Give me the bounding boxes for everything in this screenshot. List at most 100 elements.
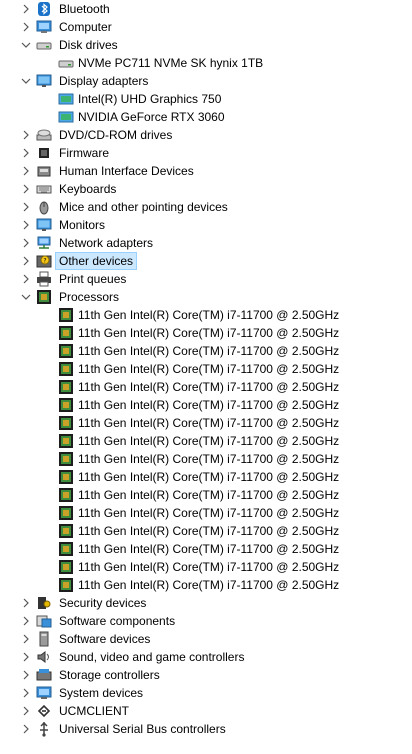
tree-category-row[interactable]: Bluetooth (0, 0, 412, 18)
chevron-right-icon[interactable] (20, 219, 32, 231)
tree-item-label: Security devices (59, 596, 147, 610)
monitor-icon (36, 217, 52, 233)
tree-item-label: Sound, video and game controllers (59, 650, 245, 664)
disk-drive-icon (58, 55, 74, 71)
processor-icon (58, 415, 74, 431)
tree-category-row[interactable]: System devices (0, 684, 412, 702)
tree-category-row[interactable]: Software components (0, 612, 412, 630)
tree-category-row[interactable]: Network adapters (0, 234, 412, 252)
tree-item-label: Keyboards (59, 182, 117, 196)
chevron-down-icon[interactable] (20, 39, 32, 51)
tree-category-row[interactable]: Print queues (0, 270, 412, 288)
tree-category-row[interactable]: DVD/CD-ROM drives (0, 126, 412, 144)
tree-item-label: Monitors (59, 218, 106, 232)
tree-item-label: Computer (59, 20, 112, 34)
tree-device-row[interactable]: 11th Gen Intel(R) Core(TM) i7-11700 @ 2.… (0, 558, 412, 576)
tree-category-row[interactable]: Processors (0, 288, 412, 306)
tree-device-row[interactable]: 11th Gen Intel(R) Core(TM) i7-11700 @ 2.… (0, 540, 412, 558)
chevron-right-icon[interactable] (20, 615, 32, 627)
chevron-right-icon[interactable] (20, 3, 32, 15)
tree-item-label: 11th Gen Intel(R) Core(TM) i7-11700 @ 2.… (78, 578, 340, 592)
chevron-right-icon[interactable] (20, 669, 32, 681)
tree-category-row[interactable]: UCMCLIENT (0, 702, 412, 720)
tree-item-label: 11th Gen Intel(R) Core(TM) i7-11700 @ 2.… (78, 398, 340, 412)
tree-item-label: Firmware (59, 146, 109, 160)
chevron-right-icon[interactable] (20, 237, 32, 249)
tree-device-row[interactable]: NVIDIA GeForce RTX 3060 (0, 108, 412, 126)
tree-item-label: Bluetooth (59, 2, 110, 16)
chevron-right-icon[interactable] (20, 651, 32, 663)
chevron-right-icon[interactable] (20, 201, 32, 213)
tree-category-row[interactable]: Storage controllers (0, 666, 412, 684)
tree-category-row[interactable]: Software devices (0, 630, 412, 648)
tree-item-label: NVIDIA GeForce RTX 3060 (78, 110, 225, 124)
tree-device-row[interactable]: 11th Gen Intel(R) Core(TM) i7-11700 @ 2.… (0, 432, 412, 450)
network-icon (36, 235, 52, 251)
processor-icon (58, 451, 74, 467)
chevron-right-icon[interactable] (20, 705, 32, 717)
chevron-right-icon[interactable] (20, 633, 32, 645)
tree-item-label: 11th Gen Intel(R) Core(TM) i7-11700 @ 2.… (78, 452, 340, 466)
tree-device-row[interactable]: 11th Gen Intel(R) Core(TM) i7-11700 @ 2.… (0, 468, 412, 486)
tree-item-label: Processors (59, 290, 120, 304)
tree-item-label: Disk drives (59, 38, 118, 52)
processor-icon (58, 577, 74, 593)
chevron-right-icon[interactable] (20, 21, 32, 33)
tree-item-label: Print queues (59, 272, 127, 286)
tree-device-row[interactable]: 11th Gen Intel(R) Core(TM) i7-11700 @ 2.… (0, 360, 412, 378)
tree-category-row[interactable]: Human Interface Devices (0, 162, 412, 180)
chevron-right-icon[interactable] (20, 147, 32, 159)
tree-device-row[interactable]: 11th Gen Intel(R) Core(TM) i7-11700 @ 2.… (0, 522, 412, 540)
processor-icon (58, 505, 74, 521)
chevron-right-icon[interactable] (20, 255, 32, 267)
tree-category-row[interactable]: ? Other devices (0, 252, 412, 270)
tree-device-row[interactable]: 11th Gen Intel(R) Core(TM) i7-11700 @ 2.… (0, 450, 412, 468)
tree-category-row[interactable]: Monitors (0, 216, 412, 234)
chevron-down-icon[interactable] (20, 75, 32, 87)
tree-item-label: 11th Gen Intel(R) Core(TM) i7-11700 @ 2.… (78, 434, 340, 448)
processor-icon (58, 559, 74, 575)
tree-item-label: Storage controllers (59, 668, 160, 682)
tree-device-row[interactable]: NVMe PC711 NVMe SK hynix 1TB (0, 54, 412, 72)
chevron-right-icon[interactable] (20, 183, 32, 195)
tree-device-row[interactable]: 11th Gen Intel(R) Core(TM) i7-11700 @ 2.… (0, 306, 412, 324)
chevron-right-icon[interactable] (20, 687, 32, 699)
chevron-right-icon[interactable] (20, 129, 32, 141)
tree-item-label: Software components (59, 614, 176, 628)
chevron-right-icon[interactable] (20, 597, 32, 609)
chip-icon (36, 145, 52, 161)
tree-category-row[interactable]: Computer (0, 18, 412, 36)
tree-device-row[interactable]: 11th Gen Intel(R) Core(TM) i7-11700 @ 2.… (0, 342, 412, 360)
ucm-client-icon (36, 703, 52, 719)
tree-category-row[interactable]: Sound, video and game controllers (0, 648, 412, 666)
monitor-icon (36, 73, 52, 89)
tree-category-row[interactable]: Mice and other pointing devices (0, 198, 412, 216)
tree-device-row[interactable]: 11th Gen Intel(R) Core(TM) i7-11700 @ 2.… (0, 396, 412, 414)
chevron-right-icon[interactable] (20, 165, 32, 177)
tree-device-row[interactable]: 11th Gen Intel(R) Core(TM) i7-11700 @ 2.… (0, 414, 412, 432)
tree-category-row[interactable]: Universal Serial Bus controllers (0, 720, 412, 738)
tree-category-row[interactable]: Security devices (0, 594, 412, 612)
chevron-right-icon[interactable] (20, 723, 32, 735)
chevron-right-icon[interactable] (20, 273, 32, 285)
processor-icon (58, 523, 74, 539)
tree-item-label: 11th Gen Intel(R) Core(TM) i7-11700 @ 2.… (78, 308, 340, 322)
tree-device-row[interactable]: 11th Gen Intel(R) Core(TM) i7-11700 @ 2.… (0, 378, 412, 396)
tree-device-row[interactable]: 11th Gen Intel(R) Core(TM) i7-11700 @ 2.… (0, 576, 412, 594)
tree-device-row[interactable]: 11th Gen Intel(R) Core(TM) i7-11700 @ 2.… (0, 486, 412, 504)
tree-category-row[interactable]: Display adapters (0, 72, 412, 90)
tree-item-label: 11th Gen Intel(R) Core(TM) i7-11700 @ 2.… (78, 470, 340, 484)
dvd-drive-icon (36, 127, 52, 143)
tree-item-label: 11th Gen Intel(R) Core(TM) i7-11700 @ 2.… (78, 542, 340, 556)
tree-device-row[interactable]: Intel(R) UHD Graphics 750 (0, 90, 412, 108)
tree-item-label: 11th Gen Intel(R) Core(TM) i7-11700 @ 2.… (78, 380, 340, 394)
tree-category-row[interactable]: Disk drives (0, 36, 412, 54)
tree-category-row[interactable]: Firmware (0, 144, 412, 162)
printer-icon (36, 271, 52, 287)
tree-device-row[interactable]: 11th Gen Intel(R) Core(TM) i7-11700 @ 2.… (0, 504, 412, 522)
tree-category-row[interactable]: Keyboards (0, 180, 412, 198)
tree-device-row[interactable]: 11th Gen Intel(R) Core(TM) i7-11700 @ 2.… (0, 324, 412, 342)
tree-item-label: NVMe PC711 NVMe SK hynix 1TB (78, 56, 264, 70)
chevron-down-icon[interactable] (20, 291, 32, 303)
processor-icon (58, 307, 74, 323)
